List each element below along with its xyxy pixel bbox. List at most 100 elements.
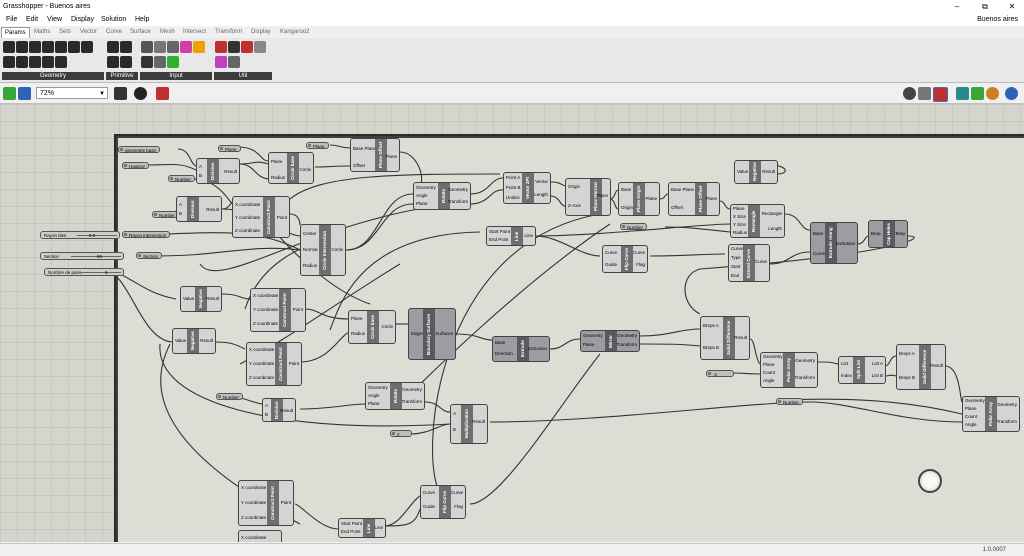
color-settings-icon[interactable] [986, 87, 999, 100]
preview-off-icon[interactable] [918, 87, 931, 100]
input-port[interactable]: Geometry [583, 333, 603, 339]
component-plane-offset-2[interactable]: Base Plane Offset Plane Offset Plane [668, 182, 720, 216]
output-port[interactable]: Geometry [402, 387, 422, 393]
menu-edit[interactable]: Edit [26, 13, 38, 26]
input-port[interactable]: Z coordinate [241, 515, 266, 521]
component-vector-2pt[interactable]: Point A Point B Unitize Vector 2Pt Vecto… [503, 172, 551, 204]
component-polar-array[interactable]: Geometry Plane Count Angle Polar Array G… [760, 352, 818, 388]
input-port[interactable]: Point A [506, 175, 520, 181]
input-port[interactable]: Start Point [341, 521, 362, 527]
component-mirror[interactable]: Geometry Plane Mirror Geometry Transform [580, 330, 640, 352]
component-construct-point-3[interactable]: X coordinate Y coordinate Z coordinate C… [246, 342, 302, 386]
input-port[interactable]: Y coordinate [235, 215, 260, 221]
output-port[interactable]: Curve [633, 250, 645, 256]
output-port[interactable]: Rectangle [762, 211, 782, 217]
param-value-neg2[interactable]: -2 [706, 370, 734, 377]
input-port[interactable]: A [453, 411, 456, 417]
input-port[interactable]: Z coordinate [249, 375, 274, 381]
component-division-2[interactable]: A B Division Result [176, 196, 222, 222]
output-port[interactable]: Point [277, 215, 287, 221]
ribbon-label-util[interactable]: Util [214, 72, 272, 80]
input-port[interactable]: Angle [965, 422, 977, 428]
output-port[interactable]: Curve [755, 259, 767, 265]
navigation-compass-icon[interactable] [918, 469, 942, 493]
sketch-icon[interactable] [156, 87, 169, 100]
output-port[interactable]: Line [524, 233, 533, 239]
component-extend-curve[interactable]: Curve Type Start End Extend Curve Curve [728, 244, 770, 282]
component-polar-array-2[interactable]: Geometry Plane Count Angle Polar Array G… [962, 396, 1020, 432]
output-port[interactable]: Transform [402, 399, 422, 405]
output-port[interactable]: Brep [895, 231, 905, 237]
component-extrude[interactable]: Base Direction Extrude Extrusion [492, 336, 550, 362]
surface-param-icon[interactable] [16, 56, 28, 68]
input-port[interactable]: End [731, 273, 739, 279]
md-slider-icon[interactable] [167, 56, 179, 68]
input-port[interactable]: X Size [733, 214, 746, 220]
input-port[interactable]: Base Plane [671, 187, 694, 193]
eye-icon[interactable] [134, 87, 147, 100]
component-plane-origin[interactable]: Base Origin Plane Origin Plane [618, 182, 660, 216]
input-port[interactable]: Unitize [506, 195, 520, 201]
input-port[interactable]: Radius [351, 331, 365, 337]
output-port[interactable]: Point [289, 361, 299, 367]
line-param-icon[interactable] [81, 41, 93, 53]
group-param-icon[interactable] [42, 56, 54, 68]
component-multiplication[interactable]: A B Multiplication Result [450, 404, 488, 444]
minimize-icon[interactable]: – [944, 0, 970, 13]
input-port[interactable]: Plane [271, 159, 283, 165]
tab-maths[interactable]: Maths [34, 27, 50, 38]
slider-track[interactable] [77, 235, 117, 236]
curve-param-icon[interactable] [29, 41, 41, 53]
input-port[interactable]: Offset [671, 205, 683, 211]
component-rotate[interactable]: Geometry Angle Plane Rotate Geometry Tra… [413, 182, 471, 210]
tab-vector[interactable]: Vector [80, 27, 97, 38]
tab-params[interactable]: Params [1, 27, 30, 38]
output-port[interactable]: Result [472, 419, 485, 425]
input-port[interactable]: B [199, 173, 202, 179]
input-port[interactable]: Angle [368, 393, 380, 399]
input-port[interactable]: Brep [871, 231, 881, 237]
input-port[interactable]: Breps A [703, 323, 719, 329]
component-line-2[interactable]: Start Point End Point Line Line [338, 518, 386, 538]
input-port[interactable]: B [453, 427, 456, 433]
input-port[interactable]: Value [175, 338, 186, 344]
value-list-icon[interactable] [167, 41, 179, 53]
input-port[interactable]: Breps B [703, 345, 719, 351]
canvas[interactable]: Rayon tiles 8.0 Section 80 Nombre de pan… [0, 104, 1024, 542]
input-port[interactable]: Start [731, 264, 741, 270]
input-port[interactable]: Z-Axis [568, 203, 581, 209]
flask-icon[interactable] [215, 56, 227, 68]
input-port[interactable]: Radius [271, 175, 285, 181]
tab-intersect[interactable]: Intersect [183, 27, 206, 38]
param-number-2[interactable]: Number [152, 211, 180, 218]
tab-surface[interactable]: Surface [130, 27, 151, 38]
input-port[interactable]: Angle [416, 193, 428, 199]
param-number-4[interactable]: Number [216, 393, 244, 400]
component-split-list[interactable]: List Index Split List List A List B [838, 356, 886, 384]
component-solid-difference[interactable]: Breps A Breps B Solid Difference Result [700, 316, 750, 360]
output-port[interactable]: Line [374, 525, 383, 531]
input-port[interactable]: Type [731, 255, 741, 261]
output-port[interactable]: Point [293, 307, 303, 313]
input-port[interactable]: Base [495, 340, 505, 346]
output-port[interactable]: Geometry [448, 187, 468, 193]
output-port[interactable]: Transform [997, 419, 1017, 425]
output-port[interactable]: Result [206, 296, 219, 302]
input-port[interactable]: X coordinate [241, 535, 266, 541]
preview-selected-icon[interactable] [933, 87, 948, 102]
zoom-dropdown[interactable]: 72% ▼ [36, 87, 108, 99]
input-port[interactable]: Y Size [733, 222, 746, 228]
param-section[interactable]: Section [136, 252, 163, 259]
slider-track[interactable] [81, 272, 121, 273]
preview-settings-icon[interactable] [971, 87, 984, 100]
field-param-icon[interactable] [55, 56, 67, 68]
output-port[interactable]: Plane [705, 196, 717, 202]
output-port[interactable]: Transform [795, 375, 815, 381]
tab-sets[interactable]: Sets [59, 27, 71, 38]
component-division[interactable]: A B Division Result [196, 158, 240, 184]
input-port[interactable]: Direction [495, 351, 513, 357]
input-port[interactable]: Angle [763, 378, 775, 384]
input-port[interactable]: Normal [303, 247, 318, 253]
input-port[interactable]: Y coordinate [241, 500, 266, 506]
input-port[interactable]: Base Plane [353, 146, 376, 152]
